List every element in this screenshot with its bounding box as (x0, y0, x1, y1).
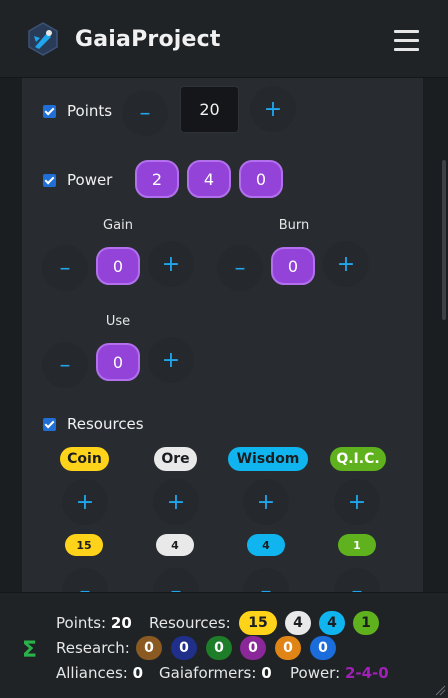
power-bowl-2: 4 (187, 160, 231, 198)
resource-coin-label: Coin (60, 447, 109, 471)
points-minus-button[interactable]: – (122, 90, 168, 136)
points-plus-button[interactable]: + (250, 86, 296, 132)
footer-research-gaia: 0 (240, 636, 266, 660)
power-bowl-3: 0 (239, 160, 283, 198)
power-checkbox[interactable] (43, 173, 56, 187)
brand-title[interactable]: GaiaProject (75, 27, 221, 52)
footer-research-science: 0 (310, 636, 336, 660)
wisdom-minus-button[interactable]: – (243, 568, 289, 593)
points-label: Points (67, 102, 113, 120)
power-bowl-1: 2 (135, 160, 179, 198)
burn-value: 0 (271, 247, 315, 285)
footer-research-ai: 0 (206, 636, 232, 660)
power-toggle[interactable]: Power (43, 171, 112, 189)
qic-plus-button[interactable]: + (334, 479, 380, 525)
footer-power-label: Power: (290, 664, 341, 682)
points-checkbox[interactable] (43, 104, 56, 118)
gain-plus-button[interactable]: + (148, 241, 194, 287)
gaia-logo-icon[interactable] (26, 22, 60, 56)
points-value-input[interactable]: 20 (180, 86, 239, 133)
footer-alliances-label: Alliances: (56, 664, 128, 682)
resize-handle-icon[interactable] (434, 684, 446, 696)
points-toggle[interactable]: Points (43, 102, 112, 120)
footer-wisdom-chip: 4 (319, 611, 345, 635)
resources-toggle[interactable]: Resources (43, 415, 144, 433)
footer-research-economy: 0 (275, 636, 301, 660)
footer-research-navigation: 0 (171, 636, 197, 660)
burn-minus-button[interactable]: – (217, 245, 263, 291)
wisdom-count: 4 (247, 534, 285, 556)
gain-value: 0 (96, 247, 140, 285)
resource-wisdom-label: Wisdom (228, 447, 308, 471)
menu-icon[interactable] (394, 28, 419, 53)
ore-minus-button[interactable]: – (153, 568, 199, 593)
power-label: Power (67, 171, 113, 189)
footer-gaiaformers-value: 0 (261, 664, 272, 682)
footer-power-value: 2-4-0 (344, 664, 389, 682)
resources-checkbox[interactable] (43, 417, 56, 431)
sigma-icon: Σ (22, 638, 38, 663)
resource-qic-label: Q.I.C. (330, 447, 386, 471)
footer-resources-label: Resources: (149, 614, 231, 632)
footer-research-label: Research: (56, 639, 130, 657)
coin-count: 15 (65, 534, 103, 556)
footer-gaiaformers: Gaiaformers: 0 (159, 664, 272, 682)
resources-label: Resources (67, 415, 144, 433)
footer-ore-chip: 4 (285, 611, 311, 635)
navbar: GaiaProject (0, 0, 448, 78)
use-plus-button[interactable]: + (148, 337, 194, 383)
footer-points: Points: 20 (56, 614, 132, 632)
use-minus-button[interactable]: – (42, 342, 88, 388)
resource-panel: Points – 20 + Power 2 4 0 Gain Burn – 0 … (22, 78, 423, 593)
use-value: 0 (96, 343, 140, 381)
footer-research-terraforming: 0 (136, 636, 162, 660)
footer-qic-chip: 1 (353, 611, 379, 635)
gain-minus-button[interactable]: – (42, 245, 88, 291)
footer-gaiaformers-label: Gaiaformers: (159, 664, 257, 682)
wisdom-plus-button[interactable]: + (243, 479, 289, 525)
burn-label: Burn (278, 218, 310, 233)
footer-coin-chip: 15 (239, 611, 277, 635)
resource-ore-label: Ore (154, 447, 197, 471)
burn-plus-button[interactable]: + (323, 241, 369, 287)
footer-points-value: 20 (110, 614, 132, 632)
panel-scrollbar[interactable] (442, 160, 446, 320)
coin-minus-button[interactable]: – (62, 568, 108, 593)
ore-plus-button[interactable]: + (153, 479, 199, 525)
footer-points-label: Points: (56, 614, 107, 632)
qic-minus-button[interactable]: – (334, 568, 380, 593)
footer-power: Power: 2-4-0 (290, 664, 389, 682)
qic-count: 1 (338, 534, 376, 556)
footer-alliances: Alliances: 0 (56, 664, 143, 682)
footer-alliances-value: 0 (132, 664, 144, 682)
coin-plus-button[interactable]: + (62, 479, 108, 525)
gain-label: Gain (103, 218, 133, 233)
ore-count: 4 (156, 534, 194, 556)
use-label: Use (105, 314, 131, 329)
